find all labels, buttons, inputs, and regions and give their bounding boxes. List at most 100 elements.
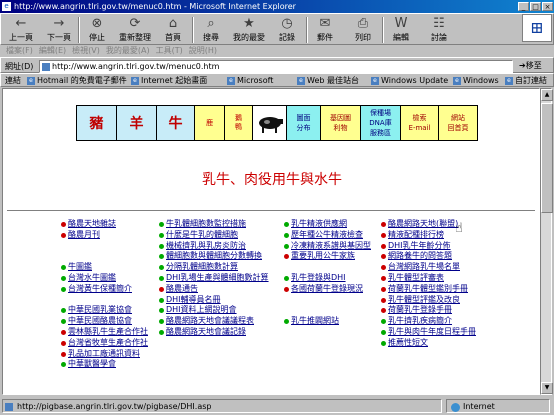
edit-icon: W bbox=[394, 16, 408, 31]
menu-item-6[interactable]: 說明(H) bbox=[189, 46, 217, 55]
nav-link[interactable]: 酪農網路天地會議記錄 bbox=[159, 327, 279, 338]
nav-link[interactable]: 機械擠乳與乳房炎防治 bbox=[159, 241, 279, 252]
nav-link[interactable]: 推薦性短文 bbox=[381, 338, 501, 349]
bullet-icon bbox=[381, 329, 386, 335]
menu-item-2[interactable]: 編輯(E) bbox=[39, 46, 66, 55]
pig-label: 豬 bbox=[89, 116, 104, 132]
bullet-icon bbox=[159, 329, 164, 335]
status-zone-pane: Internet bbox=[446, 399, 550, 413]
link-item-label: Windows Update bbox=[381, 76, 449, 85]
nav-link-label: 荷蘭乳牛體型鑑別手冊 bbox=[388, 283, 468, 293]
nav-link[interactable]: 乳牛與肉牛年度日程手冊 bbox=[381, 327, 501, 338]
toolbar-label: 首頁 bbox=[165, 33, 181, 42]
cow-photo[interactable] bbox=[253, 106, 287, 140]
bullet-icon bbox=[159, 319, 164, 325]
nav-link[interactable]: 牛乳體細胞數監控措施 bbox=[159, 219, 279, 230]
scroll-thumb[interactable] bbox=[541, 103, 553, 213]
nav-link[interactable]: DHI資料上網說明會 bbox=[159, 305, 279, 316]
nav-link-label: 荷蘭乳牛登錄手冊 bbox=[388, 305, 452, 315]
nav-link[interactable]: 網路養牛的問答題 bbox=[381, 251, 501, 262]
banner-basic[interactable]: 基因圖 利物 bbox=[321, 106, 361, 140]
link-item-4[interactable]: e Web 最佳站台 bbox=[297, 74, 359, 86]
banner-map[interactable]: 圖面 分布 bbox=[287, 106, 321, 140]
toolbar-button-2[interactable]: → 下一頁 bbox=[41, 15, 77, 45]
ie-link-icon: e bbox=[453, 77, 461, 85]
banner-dna[interactable]: 保種場 DNA庫 服務區 bbox=[361, 106, 401, 140]
nav-link[interactable]: 台灣省牧草生產合作社 bbox=[61, 338, 181, 349]
nav-link[interactable]: 酪農網路天地會議議程表 bbox=[159, 316, 279, 327]
menu-item-4[interactable]: 我的最愛(A) bbox=[106, 46, 150, 55]
nav-link[interactable]: 乳牛擠乳疾病簡介 bbox=[381, 316, 501, 327]
vertical-scrollbar[interactable]: ▲ ▼ bbox=[540, 88, 553, 395]
link-column-4: 酪農網路天地(聯盟) 精液配種排行榜 DHI乳牛年齡分佈 網路養牛的問答題 台灣網路乳牛… bbox=[381, 219, 501, 349]
sheep-label: 羊 bbox=[129, 116, 144, 132]
toolbar-button-3[interactable]: ⊗ 停止 bbox=[79, 15, 115, 45]
link-item-label: Windows bbox=[463, 76, 499, 85]
banner-cattle[interactable]: 牛 bbox=[157, 106, 195, 140]
toolbar-button-7[interactable]: ★ 我的最愛 bbox=[231, 15, 267, 45]
banner-sheep[interactable]: 羊 bbox=[117, 106, 157, 140]
nav-link[interactable]: 中華獸醫學會 bbox=[61, 359, 181, 370]
nav-link[interactable]: 乳牛體型評審表 bbox=[381, 273, 501, 284]
window-title: http://www.angrin.tlri.gov.tw/menuc0.htm… bbox=[14, 2, 296, 11]
bullet-icon bbox=[61, 319, 66, 325]
scroll-down-icon[interactable]: ▼ bbox=[541, 382, 553, 394]
nav-link[interactable]: 精液配種排行榜 bbox=[381, 230, 501, 241]
toolbar-button-10[interactable]: ⎙ 列印 bbox=[345, 15, 381, 45]
toolbar-button-9[interactable]: ✉ 郵件 bbox=[307, 15, 343, 45]
nav-link[interactable]: 什麼是牛乳的體細胞 bbox=[159, 230, 279, 241]
menu-item-3[interactable]: 檢視(V) bbox=[72, 46, 100, 55]
bullet-icon bbox=[159, 254, 164, 260]
nav-link-label: 重要乳用公牛家族 bbox=[291, 251, 355, 261]
toolbar-button-11[interactable]: W 編輯 bbox=[383, 15, 419, 45]
toolbar-button-6[interactable]: ⌕ 搜尋 bbox=[193, 15, 229, 45]
banner-deer[interactable]: 鹿 bbox=[195, 106, 225, 140]
toolbar-button-1[interactable]: ← 上一頁 bbox=[3, 15, 39, 45]
banner-pig[interactable]: 豬 bbox=[77, 106, 117, 140]
link-item-2[interactable]: e Internet 起始畫面 bbox=[131, 74, 207, 86]
nav-link[interactable]: 台灣網路乳牛場名單 bbox=[381, 262, 501, 273]
nav-link-label: 乳牛體型評審表 bbox=[388, 272, 444, 282]
toolbar-button-8[interactable]: ◷ 記錄 bbox=[269, 15, 305, 45]
close-button[interactable]: × bbox=[542, 2, 553, 11]
nav-link[interactable]: DHI乳場生產與體細胞數計算 bbox=[159, 273, 279, 284]
nav-link[interactable]: 乳品加工廠通訊資料 bbox=[61, 349, 181, 360]
dna-line-3: 服務區 bbox=[369, 129, 391, 137]
menu-item-5[interactable]: 工具(T) bbox=[156, 46, 183, 55]
nav-link[interactable]: 體細胞數與體細胞分數轉換 bbox=[159, 251, 279, 262]
nav-link[interactable]: 荷蘭乳牛登錄手冊 bbox=[381, 305, 501, 316]
nav-link-label: 酪農月刊 bbox=[68, 229, 100, 239]
menu-item-1[interactable]: 檔案(F) bbox=[6, 46, 33, 55]
bullet-icon bbox=[61, 362, 66, 368]
address-input[interactable]: http://www.angrin.tlri.gov.tw/menuc0.htm… bbox=[39, 60, 513, 73]
toolbar-label: 搜尋 bbox=[203, 33, 219, 42]
nav-link[interactable]: DHI乳牛年齡分佈 bbox=[381, 241, 501, 252]
maximize-button[interactable]: □ bbox=[530, 2, 541, 11]
toolbar-label: 我的最愛 bbox=[233, 33, 265, 42]
toolbar-button-5[interactable]: ⌂ 首頁 bbox=[155, 15, 191, 45]
link-item-3[interactable]: e Microsoft bbox=[227, 74, 273, 86]
banner-sites[interactable]: 網站 回首頁 bbox=[439, 106, 477, 140]
scroll-up-icon[interactable]: ▲ bbox=[541, 89, 553, 101]
toolbar-button-4[interactable]: ⟳ 重新整理 bbox=[117, 15, 153, 45]
toolbar-label: 郵件 bbox=[317, 33, 333, 42]
link-item-7[interactable]: e 自訂連結 bbox=[505, 74, 547, 86]
link-item-6[interactable]: e Windows bbox=[453, 74, 499, 86]
bullet-icon bbox=[284, 222, 289, 227]
nav-link[interactable]: 乳牛體型評鑑及改良 bbox=[381, 295, 501, 306]
nav-link[interactable]: 酪農通告 bbox=[159, 284, 279, 295]
mail-icon: ✉ bbox=[319, 16, 331, 31]
go-button[interactable]: ➔移至 bbox=[517, 60, 544, 72]
toolbar-button-12[interactable]: ☷ 討論 bbox=[421, 15, 457, 45]
minimize-button[interactable]: _ bbox=[518, 2, 529, 11]
basic-line-1: 基因圖 bbox=[330, 114, 351, 122]
nav-link[interactable]: 酪農網路天地(聯盟) bbox=[381, 219, 501, 230]
nav-link[interactable]: DHI輔導員名冊 bbox=[159, 295, 279, 306]
link-item-5[interactable]: e Windows Update bbox=[371, 74, 449, 86]
nav-link[interactable]: 荷蘭乳牛體型鑑別手冊 bbox=[381, 284, 501, 295]
banner-search[interactable]: 檢索 E-mail bbox=[401, 106, 439, 140]
nav-link[interactable]: 分隔乳體細胞數計算 bbox=[159, 262, 279, 273]
banner-duck-goose[interactable]: 鵝鴨 bbox=[225, 106, 253, 140]
sites-line-2: 回首頁 bbox=[447, 124, 469, 132]
link-item-1[interactable]: e Hotmail 的免費電子郵件 bbox=[27, 74, 127, 86]
